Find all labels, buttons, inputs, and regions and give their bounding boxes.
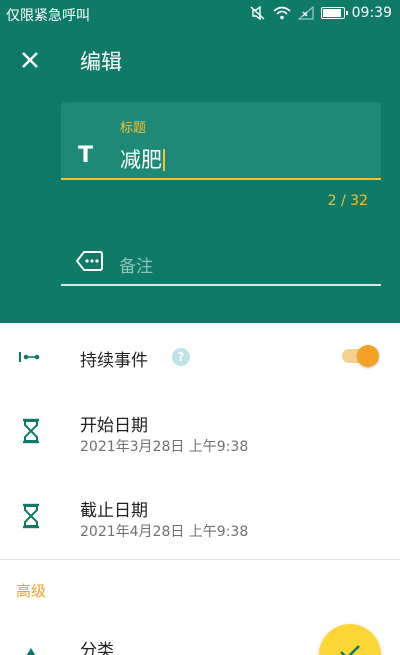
title-value-text: 减肥 (120, 148, 162, 172)
save-fab-button[interactable] (319, 624, 381, 655)
help-icon[interactable]: ? (172, 348, 190, 366)
duration-icon (18, 344, 44, 370)
start-date-value[interactable]: 2021年3月28日 上午9:38 (80, 436, 248, 456)
page-title: 编辑 (80, 50, 122, 74)
battery-icon (320, 7, 348, 19)
end-date-value[interactable]: 2021年4月28日 上午9:38 (80, 521, 248, 541)
title-char-counter: 2 / 32 (327, 193, 368, 209)
title-field-label: 标题 (120, 121, 147, 136)
start-date-label: 开始日期 (80, 416, 148, 436)
hourglass-icon (18, 418, 44, 444)
wifi-icon (273, 6, 291, 20)
mute-icon (250, 6, 265, 20)
title-input[interactable] (61, 102, 381, 180)
close-icon (22, 52, 38, 68)
category-icon (18, 640, 44, 655)
status-bar: 仅限紧急呼叫 09:39 (0, 0, 400, 28)
duration-toggle[interactable] (340, 345, 380, 367)
status-icons: 09:39 (250, 5, 392, 21)
title-field-value[interactable]: 减肥 (120, 144, 165, 174)
carrier-text: 仅限紧急呼叫 (6, 8, 90, 24)
check-icon (340, 645, 360, 655)
advanced-section-label: 高级 (16, 582, 47, 600)
signal-icon (297, 6, 314, 20)
label-tag-icon (75, 251, 103, 271)
section-divider (0, 559, 400, 560)
close-button[interactable] (12, 45, 48, 75)
note-underline (61, 284, 381, 286)
hourglass-icon (18, 503, 44, 529)
note-input[interactable]: 备注 (119, 252, 153, 277)
text-caret (163, 149, 165, 171)
text-format-icon: T (78, 143, 94, 168)
status-time: 09:39 (351, 5, 392, 21)
category-label[interactable]: 分类 (80, 636, 114, 655)
duration-label: 持续事件 (80, 351, 148, 371)
end-date-label: 截止日期 (80, 501, 148, 521)
toggle-thumb (357, 345, 379, 367)
